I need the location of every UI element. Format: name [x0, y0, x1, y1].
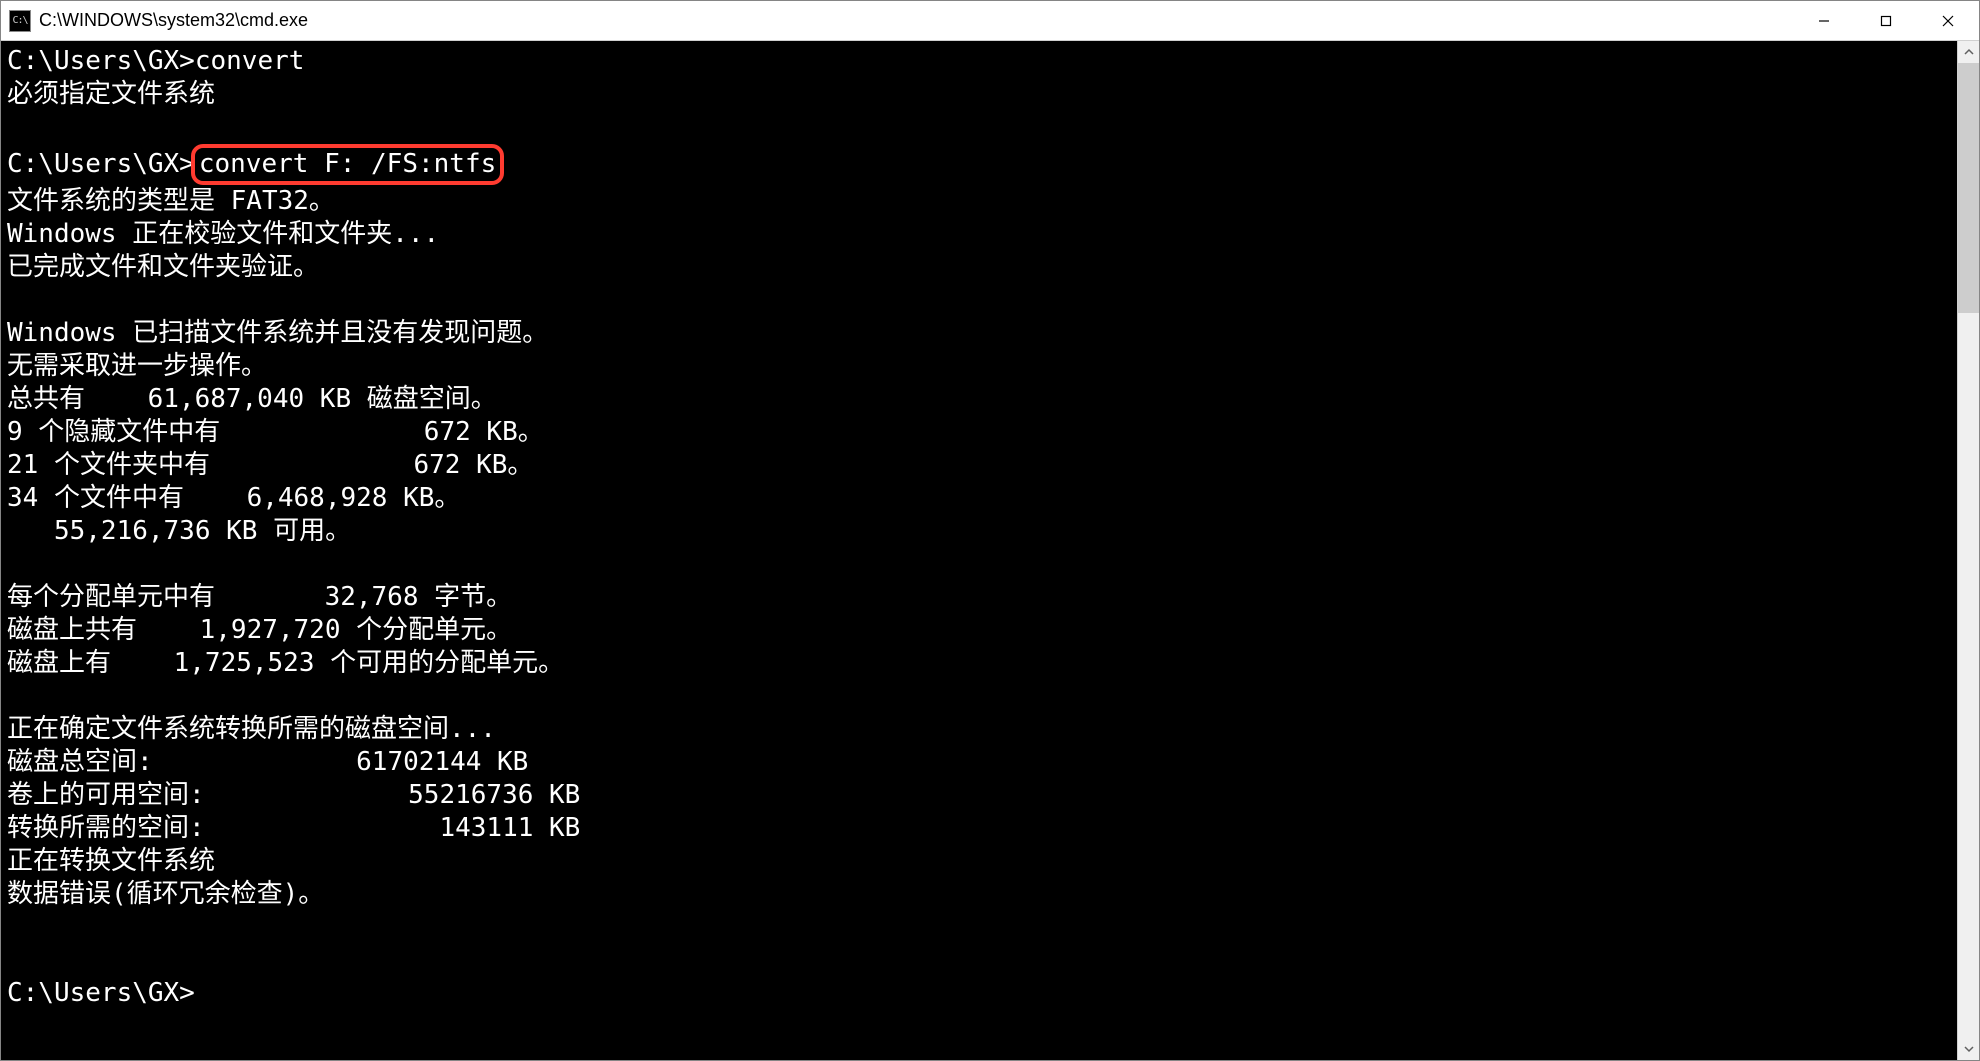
terminal-line — [7, 548, 1951, 581]
terminal-container: C:\Users\GX>convert必须指定文件系统 C:\Users\GX>… — [1, 41, 1979, 1060]
terminal-output[interactable]: C:\Users\GX>convert必须指定文件系统 C:\Users\GX>… — [1, 41, 1957, 1060]
terminal-prompt-line: C:\Users\GX>convert — [7, 45, 1951, 78]
terminal-line — [7, 911, 1951, 944]
scroll-thumb[interactable] — [1958, 63, 1979, 313]
terminal-line — [7, 680, 1951, 713]
terminal-line — [7, 284, 1951, 317]
cmd-window: C:\ C:\WINDOWS\system32\cmd.exe C:\Users… — [0, 0, 1980, 1061]
scrollbar[interactable] — [1957, 41, 1979, 1060]
terminal-line: 正在确定文件系统转换所需的磁盘空间... — [7, 713, 1951, 746]
close-button[interactable] — [1917, 1, 1979, 40]
terminal-line: 21 个文件夹中有 672 KB。 — [7, 449, 1951, 482]
minimize-button[interactable] — [1793, 1, 1855, 40]
maximize-button[interactable] — [1855, 1, 1917, 40]
window-title: C:\WINDOWS\system32\cmd.exe — [39, 10, 1793, 31]
terminal-line: 文件系统的类型是 FAT32。 — [7, 185, 1951, 218]
terminal-line: 磁盘上共有 1,927,720 个分配单元。 — [7, 614, 1951, 647]
cmd-icon: C:\ — [9, 10, 31, 32]
terminal-line: 必须指定文件系统 — [7, 78, 1951, 111]
highlighted-command: convert F: /FS:ntfs — [191, 144, 504, 185]
terminal-line: 9 个隐藏文件中有 672 KB。 — [7, 416, 1951, 449]
terminal-line: 磁盘总空间: 61702144 KB — [7, 746, 1951, 779]
terminal-line: 34 个文件中有 6,468,928 KB。 — [7, 482, 1951, 515]
terminal-line: 无需采取进一步操作。 — [7, 350, 1951, 383]
terminal-prompt-line: C:\Users\GX> — [7, 977, 1951, 1010]
terminal-line: 磁盘上有 1,725,523 个可用的分配单元。 — [7, 647, 1951, 680]
terminal-prompt-line: C:\Users\GX>convert F: /FS:ntfs — [7, 144, 1951, 185]
terminal-line: 卷上的可用空间: 55216736 KB — [7, 779, 1951, 812]
terminal-line: 总共有 61,687,040 KB 磁盘空间。 — [7, 383, 1951, 416]
terminal-line — [7, 111, 1951, 144]
terminal-line: 转换所需的空间: 143111 KB — [7, 812, 1951, 845]
terminal-line: 每个分配单元中有 32,768 字节。 — [7, 581, 1951, 614]
scroll-up-icon[interactable] — [1958, 41, 1979, 63]
terminal-line: 55,216,736 KB 可用。 — [7, 515, 1951, 548]
terminal-line: 数据错误(循环冗余检查)。 — [7, 878, 1951, 911]
terminal-line: Windows 正在校验文件和文件夹... — [7, 218, 1951, 251]
terminal-line: 正在转换文件系统 — [7, 845, 1951, 878]
titlebar[interactable]: C:\ C:\WINDOWS\system32\cmd.exe — [1, 1, 1979, 41]
scroll-down-icon[interactable] — [1958, 1038, 1979, 1060]
terminal-line: 已完成文件和文件夹验证。 — [7, 251, 1951, 284]
terminal-line — [7, 944, 1951, 977]
window-controls — [1793, 1, 1979, 40]
terminal-line: Windows 已扫描文件系统并且没有发现问题。 — [7, 317, 1951, 350]
